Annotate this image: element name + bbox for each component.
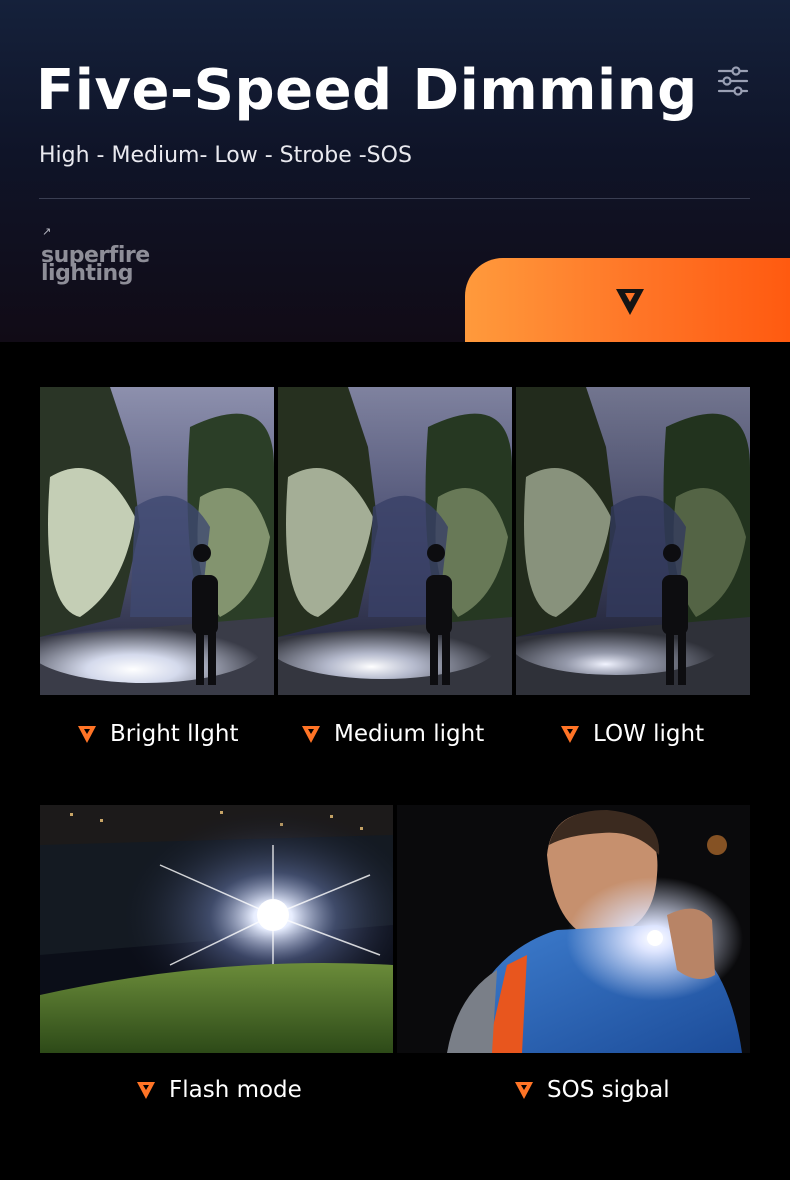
triangle-down-icon [78, 725, 96, 743]
sos-signal-photo [397, 805, 750, 1053]
caption-low-light: LOW light [561, 721, 704, 747]
orange-tab[interactable] [465, 258, 790, 342]
caption-bright-light: Bright lIght [78, 721, 239, 747]
triangle-down-icon [616, 289, 644, 315]
page-subtitle: High - Medium- Low - Strobe -SOS [39, 143, 412, 168]
header-divider [39, 198, 750, 199]
sliders-icon[interactable] [716, 64, 750, 98]
caption-label: SOS sigbal [547, 1077, 670, 1103]
header-banner: Five-Speed Dimming High - Medium- Low - … [0, 0, 790, 342]
brand-logo: superfire lighting [41, 245, 150, 285]
caption-flash-mode: Flash mode [137, 1077, 302, 1103]
triangle-down-icon [302, 725, 320, 743]
flash-mode-photo [40, 805, 393, 1053]
low-light-photo [516, 387, 750, 695]
bright-light-photo [40, 387, 274, 695]
medium-light-photo [278, 387, 512, 695]
caption-label: Medium light [334, 721, 485, 747]
caption-label: Bright lIght [110, 721, 239, 747]
caption-label: LOW light [593, 721, 705, 747]
arrow-up-right-icon: ↗ [42, 226, 52, 238]
triangle-down-icon [137, 1081, 155, 1099]
caption-label: Flash mode [169, 1077, 302, 1103]
triangle-down-icon [515, 1081, 533, 1099]
caption-medium-light: Medium light [302, 721, 484, 747]
triangle-down-icon [561, 725, 579, 743]
caption-sos-signal: SOS sigbal [515, 1077, 670, 1103]
page-title: Five-Speed Dimming [36, 58, 698, 123]
